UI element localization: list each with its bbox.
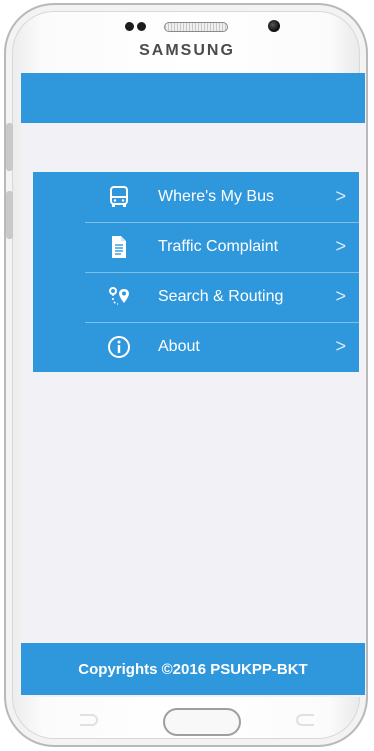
- menu-item-about[interactable]: About >: [33, 322, 359, 372]
- copyright-text: Copyrights ©2016 PSUKPP-BKT: [78, 660, 308, 678]
- menu-item-wheres-my-bus[interactable]: Where's My Bus >: [33, 172, 359, 222]
- route-pin-icon: [107, 285, 131, 309]
- menu-item-label: About: [158, 338, 200, 355]
- front-camera: [268, 20, 280, 32]
- home-button[interactable]: [163, 708, 241, 736]
- chevron-right-icon: >: [335, 336, 346, 356]
- power-button: [6, 191, 13, 239]
- sensor-dot: [125, 22, 134, 31]
- back-key[interactable]: [296, 714, 314, 726]
- device-brand-logo: SAMSUNG: [139, 42, 235, 59]
- app-screen: Where's My Bus > Traffic Complaint > Sea…: [21, 73, 365, 697]
- chevron-right-icon: >: [335, 186, 346, 206]
- volume-button: [6, 123, 13, 171]
- bus-icon: [107, 185, 131, 209]
- sensor-dots: [125, 20, 155, 32]
- chevron-right-icon: >: [335, 236, 346, 256]
- sensor-dot: [137, 22, 146, 31]
- earpiece-speaker: [164, 22, 228, 32]
- app-header-bar: [21, 73, 365, 123]
- menu-item-label: Where's My Bus: [158, 188, 274, 205]
- document-icon: [107, 235, 131, 259]
- recent-apps-key[interactable]: [80, 714, 98, 726]
- chevron-right-icon: >: [335, 286, 346, 306]
- menu-item-label: Search & Routing: [158, 288, 284, 305]
- menu-item-search-routing[interactable]: Search & Routing >: [33, 272, 359, 322]
- main-menu: Where's My Bus > Traffic Complaint > Sea…: [33, 172, 359, 372]
- menu-item-label: Traffic Complaint: [158, 238, 279, 255]
- menu-item-traffic-complaint[interactable]: Traffic Complaint >: [33, 222, 359, 272]
- footer-bar: Copyrights ©2016 PSUKPP-BKT: [21, 643, 365, 695]
- info-icon: [107, 335, 131, 359]
